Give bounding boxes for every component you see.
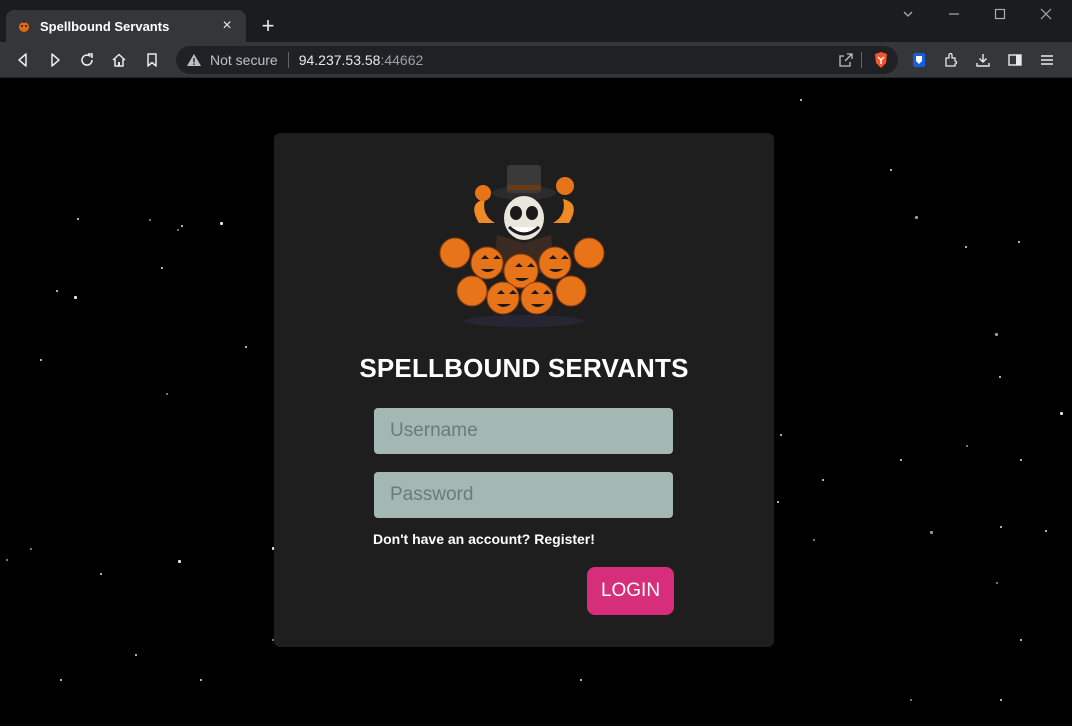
warning-icon[interactable] xyxy=(186,52,202,68)
browser-toolbar: Not secure 94.237.53.58:44662 xyxy=(0,42,1072,78)
security-status[interactable]: Not secure xyxy=(210,52,278,68)
star-dot xyxy=(1020,459,1022,461)
browser-tab[interactable]: Spellbound Servants × xyxy=(6,10,246,42)
star-dot xyxy=(910,699,912,701)
download-icon[interactable] xyxy=(973,50,993,70)
star-dot xyxy=(149,219,151,221)
star-dot xyxy=(1018,241,1020,243)
address-bar[interactable]: Not secure 94.237.53.58:44662 xyxy=(176,46,898,74)
star-dot xyxy=(930,531,933,534)
star-dot xyxy=(580,679,582,681)
star-dot xyxy=(74,296,77,299)
star-dot xyxy=(60,679,62,681)
favicon-pumpkin-icon xyxy=(16,18,32,34)
url-port: :44662 xyxy=(380,52,424,68)
star-dot xyxy=(813,539,815,541)
login-button[interactable]: LOGIN xyxy=(587,567,674,615)
star-dot xyxy=(1060,412,1063,415)
home-icon[interactable] xyxy=(109,50,129,70)
tab-search-icon[interactable] xyxy=(898,8,918,23)
star-dot xyxy=(1020,639,1022,641)
username-input[interactable] xyxy=(374,408,673,454)
menu-icon[interactable] xyxy=(1037,50,1057,70)
star-dot xyxy=(178,560,181,563)
star-dot xyxy=(40,359,42,361)
new-tab-button[interactable]: + xyxy=(258,15,278,37)
star-dot xyxy=(965,246,967,248)
star-dot xyxy=(800,99,802,101)
star-dot xyxy=(220,222,223,225)
forward-icon[interactable] xyxy=(45,50,65,70)
extensions-icon[interactable] xyxy=(941,50,961,70)
star-dot xyxy=(780,434,782,436)
star-dot xyxy=(30,548,32,550)
star-dot xyxy=(966,445,968,447)
star-dot xyxy=(6,559,8,561)
password-input[interactable] xyxy=(374,472,673,518)
tab-title: Spellbound Servants xyxy=(40,18,170,34)
sidebar-icon[interactable] xyxy=(1005,50,1025,70)
star-dot xyxy=(100,573,102,575)
login-card: SPELLBOUND SERVANTS Don't have an accoun… xyxy=(274,133,774,647)
bitwarden-icon[interactable] xyxy=(909,50,929,70)
star-dot xyxy=(161,267,163,269)
star-dot xyxy=(177,229,179,231)
star-dot xyxy=(77,218,79,220)
star-dot xyxy=(245,346,247,348)
star-dot xyxy=(1000,526,1002,528)
star-dot xyxy=(900,459,902,461)
star-dot xyxy=(915,216,918,219)
star-dot xyxy=(1045,530,1047,532)
url-host: 94.237.53.58 xyxy=(298,52,381,68)
star-dot xyxy=(995,333,998,336)
reload-icon[interactable] xyxy=(77,50,97,70)
address-separator xyxy=(287,52,289,68)
bookmark-icon[interactable] xyxy=(142,50,162,70)
page-title: SPELLBOUND SERVANTS xyxy=(359,353,689,383)
star-dot xyxy=(56,290,58,292)
star-dot xyxy=(777,501,779,503)
star-dot xyxy=(200,679,202,681)
star-dot xyxy=(996,582,998,584)
back-icon[interactable] xyxy=(13,50,33,70)
maximize-icon[interactable] xyxy=(990,8,1010,23)
star-dot xyxy=(181,225,183,227)
page-viewport: SPELLBOUND SERVANTS Don't have an accoun… xyxy=(0,79,1072,726)
window-close-icon[interactable] xyxy=(1036,8,1056,23)
star-dot xyxy=(135,654,137,656)
register-link[interactable]: Don't have an account? Register! xyxy=(373,531,595,547)
share-icon[interactable] xyxy=(838,52,854,68)
brave-shield-icon[interactable] xyxy=(872,51,890,69)
star-dot xyxy=(999,376,1001,378)
tab-close-icon[interactable]: × xyxy=(218,17,236,35)
star-dot xyxy=(890,169,892,171)
star-dot xyxy=(166,393,168,395)
star-dot xyxy=(1000,699,1002,701)
star-dot xyxy=(822,479,824,481)
minimize-icon[interactable] xyxy=(944,8,964,23)
pumpkin-skeleton-logo xyxy=(439,165,605,327)
omnibox-divider xyxy=(861,52,862,68)
browser-titlebar: Spellbound Servants × + xyxy=(0,0,1072,42)
